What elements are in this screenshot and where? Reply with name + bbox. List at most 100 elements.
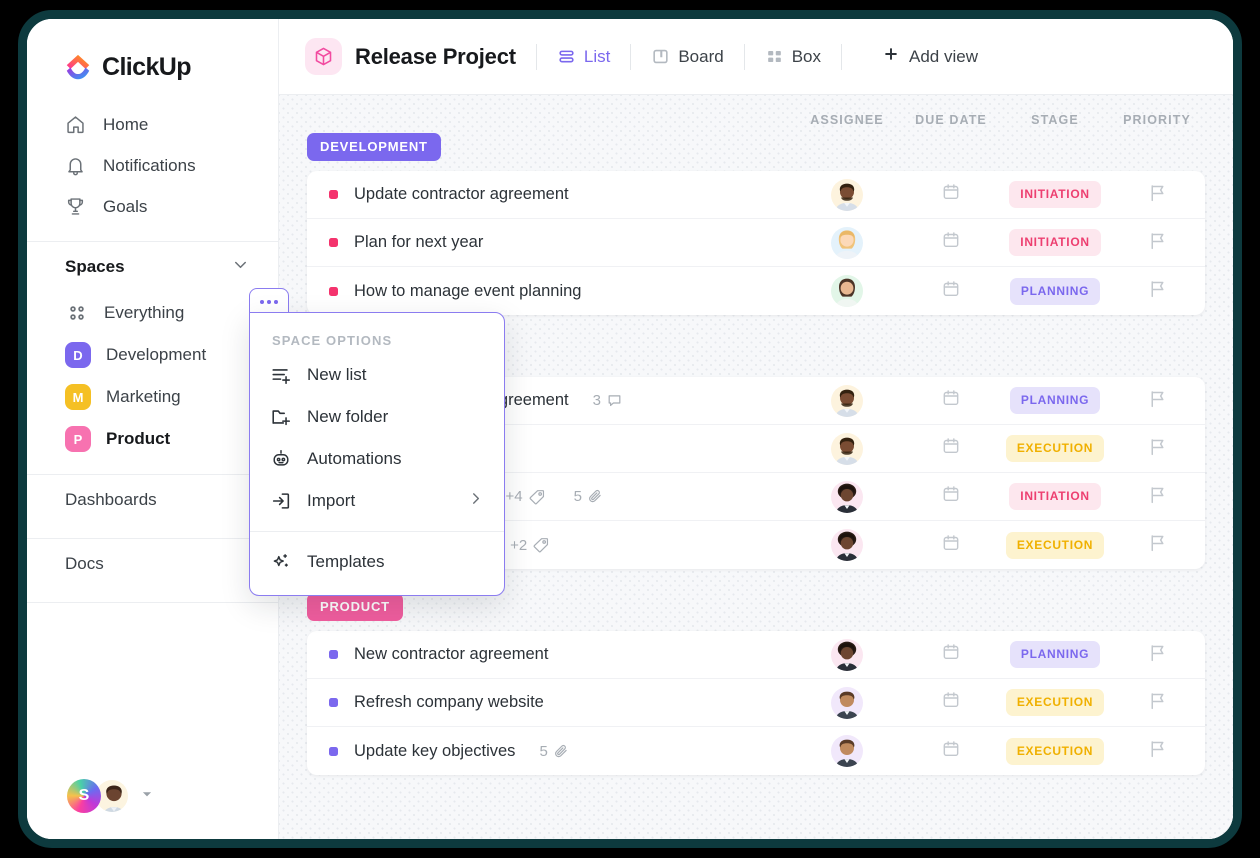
task-stage[interactable]: INITIATION	[1001, 483, 1109, 510]
task-stage[interactable]: EXECUTION	[1001, 531, 1109, 559]
task-priority[interactable]	[1109, 230, 1205, 256]
sidebar-item-home[interactable]: Home	[27, 104, 278, 145]
task-priority[interactable]	[1109, 436, 1205, 462]
box-icon	[765, 47, 784, 66]
calendar-icon	[941, 690, 961, 715]
task-tag-count[interactable]: +2	[510, 536, 550, 554]
task-stage[interactable]: EXECUTION	[1001, 737, 1109, 765]
task-name[interactable]: Update key objectives	[354, 742, 515, 761]
task-priority[interactable]	[1109, 690, 1205, 716]
task-attachment-count[interactable]: 5	[539, 743, 569, 760]
brand-logo[interactable]: ClickUp	[27, 19, 278, 82]
workspace-avatar[interactable]: S	[67, 779, 101, 813]
group-tag[interactable]: DEVELOPMENT	[307, 133, 441, 161]
task-name[interactable]: How to manage event planning	[354, 282, 582, 301]
task-name[interactable]: New contractor agreement	[354, 645, 548, 664]
menu-item-new-folder[interactable]: New folder	[250, 396, 504, 438]
task-priority[interactable]	[1109, 738, 1205, 764]
task-assignee[interactable]	[793, 432, 901, 465]
task-priority[interactable]	[1109, 182, 1205, 208]
menu-item-templates[interactable]: Templates	[250, 541, 504, 583]
task-status-dot[interactable]	[329, 286, 338, 296]
task-due-date[interactable]	[901, 279, 1001, 304]
task-status-dot[interactable]	[329, 190, 338, 199]
task-priority[interactable]	[1109, 388, 1205, 414]
task-attachment-count[interactable]: 5	[574, 488, 604, 505]
menu-item-new-list[interactable]: New list	[250, 354, 504, 396]
task-assignee[interactable]	[793, 226, 901, 259]
tab-box[interactable]: Box	[765, 47, 821, 67]
task-status-dot[interactable]	[329, 746, 338, 756]
task-assignee[interactable]	[793, 638, 901, 671]
task-tag-count[interactable]: +4	[505, 488, 545, 506]
task-name[interactable]: Update contractor agreement	[354, 185, 569, 204]
group-tag[interactable]: PRODUCT	[307, 593, 403, 621]
sidebar-item-goals[interactable]: Goals	[27, 186, 278, 227]
task-status-dot[interactable]	[329, 698, 338, 707]
task-stage[interactable]: PLANNING	[1001, 387, 1109, 414]
flag-icon	[1147, 388, 1168, 414]
task-stage[interactable]: PLANNING	[1001, 641, 1109, 668]
sidebar-item-notifications[interactable]: Notifications	[27, 145, 278, 186]
task-assignee[interactable]	[793, 480, 901, 513]
task-due-date[interactable]	[901, 642, 1001, 667]
status-badge: PLANNING	[1009, 641, 1101, 668]
task-due-date[interactable]	[901, 739, 1001, 764]
space-options-trigger[interactable]	[249, 288, 289, 314]
task-stage[interactable]: EXECUTION	[1001, 435, 1109, 462]
task-assignee[interactable]	[793, 178, 901, 211]
task-due-date[interactable]	[901, 533, 1001, 558]
task-stage[interactable]: INITIATION	[1001, 181, 1109, 208]
avatar	[831, 735, 863, 767]
sidebar-item-space-marketing[interactable]: M Marketing	[27, 376, 278, 418]
task-due-date[interactable]	[901, 230, 1001, 255]
table-row[interactable]: Refresh company website EXECUTION	[307, 679, 1205, 727]
sidebar-item-space-development[interactable]: D Development	[27, 334, 278, 376]
sidebar-item-docs[interactable]: Docs	[27, 539, 278, 588]
sidebar-item-space-product[interactable]: P Product	[27, 418, 278, 460]
add-view-button[interactable]: Add view	[882, 45, 978, 68]
sidebar-item-everything[interactable]: Everything	[27, 292, 278, 334]
task-status-dot[interactable]	[329, 650, 338, 659]
user-bar[interactable]: S	[27, 753, 278, 839]
trophy-icon	[65, 196, 86, 217]
chevron-down-icon[interactable]	[231, 255, 250, 279]
task-due-date[interactable]	[901, 182, 1001, 207]
task-due-date[interactable]	[901, 690, 1001, 715]
table-row[interactable]: How to manage event planning PLANNING	[307, 267, 1205, 315]
task-assignee[interactable]	[793, 735, 901, 767]
task-assignee[interactable]	[793, 529, 901, 561]
task-comment-count[interactable]: 3	[593, 392, 623, 409]
task-stage[interactable]: PLANNING	[1001, 277, 1109, 305]
task-stage[interactable]: INITIATION	[1001, 229, 1109, 256]
task-status-dot[interactable]	[329, 238, 338, 247]
task-name[interactable]: Plan for next year	[354, 233, 483, 252]
task-due-date[interactable]	[901, 388, 1001, 413]
chevron-down-icon[interactable]	[140, 787, 154, 806]
table-row[interactable]: Update contractor agreement INITIATION	[307, 171, 1205, 219]
task-due-date[interactable]	[901, 436, 1001, 461]
table-row[interactable]: New contractor agreement PLANNING	[307, 631, 1205, 679]
tab-list[interactable]: List	[557, 47, 610, 67]
task-priority[interactable]	[1109, 642, 1205, 668]
task-due-date[interactable]	[901, 484, 1001, 509]
table-row[interactable]: Plan for next year INITIATION	[307, 219, 1205, 267]
menu-item-automations[interactable]: Automations	[250, 438, 504, 480]
status-badge: INITIATION	[1009, 483, 1101, 510]
task-assignee[interactable]	[793, 384, 901, 417]
spaces-header[interactable]: Spaces	[27, 242, 278, 292]
sidebar-item-label: Home	[103, 114, 149, 134]
task-stage[interactable]: EXECUTION	[1001, 689, 1109, 716]
avatar	[831, 432, 863, 465]
sidebar-item-dashboards[interactable]: Dashboards	[27, 475, 278, 524]
table-row[interactable]: Update key objectives 5 EXECUTION	[307, 727, 1205, 775]
menu-item-import[interactable]: Import	[250, 480, 504, 522]
task-priority[interactable]	[1109, 278, 1205, 304]
task-priority[interactable]	[1109, 484, 1205, 510]
task-name[interactable]: Refresh company website	[354, 693, 544, 712]
calendar-icon	[941, 739, 961, 764]
tab-board[interactable]: Board	[651, 47, 724, 67]
task-assignee[interactable]	[793, 275, 901, 307]
task-priority[interactable]	[1109, 532, 1205, 558]
task-assignee[interactable]	[793, 686, 901, 719]
